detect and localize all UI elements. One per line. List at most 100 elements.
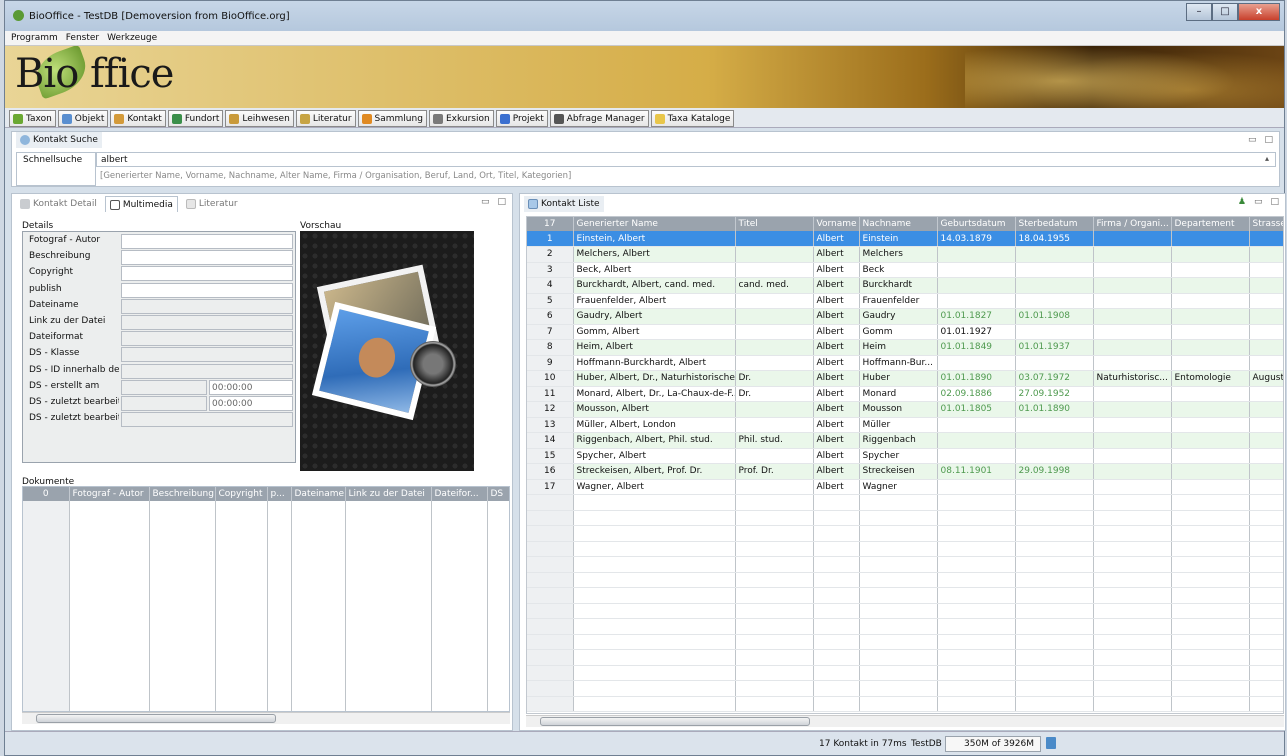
table-row[interactable]: 6 Gaudry, Albert Albert Gaudry 01.01.1827 01.… — [527, 308, 1283, 325]
table-row[interactable]: 15 Spycher, Albert Albert Spycher — [527, 448, 1283, 464]
date-picker[interactable] — [121, 396, 207, 411]
time-spinner[interactable]: 00:00:00 — [209, 396, 293, 411]
field-input[interactable] — [121, 234, 293, 249]
column-header[interactable]: DS — [487, 487, 509, 501]
toolbar-leihwesen-button[interactable]: Leihwesen — [225, 110, 294, 127]
table-cell: Beck, Albert — [573, 262, 736, 278]
menu-fenster[interactable]: Fenster — [66, 31, 99, 45]
dropdown-arrow-icon[interactable]: ▴ — [1265, 154, 1269, 163]
search-input[interactable]: albert — [96, 152, 1276, 167]
table-row[interactable]: 10 Huber, Albert, Dr., Naturhistorische..… — [527, 370, 1283, 387]
table-row[interactable]: 9 Hoffmann-Burckhardt, Albert Albert Hoffma… — [527, 355, 1283, 371]
table-cell: Albert — [813, 432, 860, 449]
table-cell — [937, 293, 1016, 309]
column-header[interactable]: Generierter Name — [573, 217, 736, 231]
column-header[interactable]: Copyright — [215, 487, 268, 501]
column-header[interactable]: Strasse — [1249, 217, 1283, 231]
field-input[interactable] — [121, 250, 293, 266]
column-header[interactable]: Sterbedatum — [1015, 217, 1094, 231]
table-row[interactable]: 13 Müller, Albert, London Albert Müller — [527, 417, 1283, 433]
add-contact-icon[interactable]: ♟ — [1238, 197, 1246, 207]
table-cell: Albert — [813, 448, 860, 464]
table-row[interactable]: 1 Einstein, Albert Albert Einstein 14.03.187… — [527, 231, 1283, 247]
scrollbar-thumb[interactable] — [540, 717, 810, 726]
table-cell: Wagner — [859, 479, 938, 495]
maximize-button[interactable]: □ — [1212, 3, 1238, 21]
menu-programm[interactable]: Programm — [11, 31, 58, 45]
maximize-panel-icon[interactable]: □ — [497, 197, 506, 207]
date-picker[interactable] — [121, 379, 207, 395]
toolbar-objekt-button[interactable]: Objekt — [57, 110, 109, 127]
table-row[interactable]: 8 Heim, Albert Albert Heim 01.01.1849 01.01.1… — [527, 339, 1283, 356]
table-row[interactable]: 3 Beck, Albert Albert Beck — [527, 262, 1283, 278]
column-header[interactable]: Dateifor... — [431, 487, 488, 501]
table-cell: Spycher, Albert — [573, 448, 736, 464]
tab-multimedia[interactable]: Multimedia — [104, 196, 178, 212]
column-header[interactable]: Link zu der Datei — [345, 487, 432, 501]
minimize-button[interactable]: – — [1186, 3, 1212, 21]
maximize-panel-icon[interactable]: □ — [1270, 197, 1279, 207]
tab-literatur[interactable]: Literatur — [182, 196, 242, 212]
toolbar-sammlung-button[interactable]: Sammlung — [357, 110, 427, 127]
table-cell — [1171, 417, 1250, 433]
field-input[interactable] — [121, 363, 293, 379]
horizontal-scrollbar[interactable] — [22, 712, 510, 724]
column-header[interactable]: Fotograf - Autor — [69, 487, 150, 501]
table-row[interactable]: 14 Riggenbach, Albert, Phil. stud. Phil. s… — [527, 432, 1283, 449]
table-row[interactable]: 11 Monard, Albert, Dr., La-Chaux-de-F... D… — [527, 386, 1283, 402]
horizontal-scrollbar[interactable] — [526, 715, 1284, 727]
minimize-panel-icon[interactable]: ▭ — [1248, 135, 1257, 145]
tab-kontakt-detail[interactable]: Kontakt Detail — [16, 196, 101, 212]
table-row[interactable]: 12 Mousson, Albert Albert Mousson 01.01.1805… — [527, 401, 1283, 418]
table-row[interactable]: 7 Gomm, Albert Albert Gomm 01.01.1927 — [527, 324, 1283, 340]
menu-werkzeuge[interactable]: Werkzeuge — [107, 31, 157, 45]
column-header[interactable]: Firma / Organi... — [1093, 217, 1172, 231]
time-spinner[interactable]: 00:00:00 — [209, 379, 293, 395]
field-input[interactable] — [121, 298, 293, 314]
table-cell — [1171, 277, 1250, 294]
toolbar-kontakt-button[interactable]: Kontakt — [110, 110, 166, 127]
table-cell: Albert — [813, 246, 860, 263]
field-input[interactable] — [121, 331, 293, 347]
minimize-panel-icon[interactable]: ▭ — [481, 197, 490, 207]
column-header[interactable]: Departement — [1171, 217, 1250, 231]
toolbar-literatur-button[interactable]: Literatur — [295, 110, 356, 127]
table-cell: 27.09.1952 — [1015, 386, 1094, 402]
column-header[interactable]: Vorname — [813, 217, 860, 231]
table-row[interactable]: 4 Burckhardt, Albert, cand. med. cand. med… — [527, 277, 1283, 294]
field-input[interactable] — [121, 282, 293, 298]
field-input[interactable] — [121, 412, 293, 428]
field-input[interactable] — [121, 347, 293, 363]
column-header[interactable]: p... — [267, 487, 292, 501]
table-row[interactable]: 17 Wagner, Albert Albert Wagner — [527, 479, 1283, 495]
table-row[interactable]: 16 Streckeisen, Albert, Prof. Dr. Prof. Dr… — [527, 463, 1283, 480]
table-row[interactable]: 5 Frauenfelder, Albert Albert Frauenfelder — [527, 293, 1283, 309]
toolbar-abfrage-manager-button[interactable]: Abfrage Manager — [549, 110, 649, 127]
column-header[interactable]: Beschreibung — [149, 487, 216, 501]
table-cell: Huber, Albert, Dr., Naturhistorische... — [573, 370, 736, 387]
table-cell — [1093, 308, 1172, 325]
toolbar-exkursion-button[interactable]: Exkursion — [428, 110, 494, 127]
table-cell: Gaudry, Albert — [573, 308, 736, 325]
table-cell: Einstein — [859, 231, 938, 247]
maximize-panel-icon[interactable]: □ — [1264, 135, 1273, 145]
empty-row — [527, 525, 1283, 542]
column-header[interactable]: Dateiname — [291, 487, 346, 501]
field-input[interactable] — [121, 315, 293, 330]
toolbar-taxa-kataloge-button[interactable]: Taxa Kataloge — [650, 110, 735, 127]
toolbar-taxon-button[interactable]: Taxon — [9, 110, 56, 127]
column-header[interactable]: Titel — [735, 217, 814, 231]
field-input[interactable] — [121, 266, 293, 282]
column-header[interactable]: Nachname — [859, 217, 938, 231]
minimize-panel-icon[interactable]: ▭ — [1254, 197, 1263, 207]
toolbar-projekt-button[interactable]: Projekt — [495, 110, 548, 127]
table-row[interactable]: 2 Melchers, Albert Albert Melchers — [527, 246, 1283, 263]
trash-icon[interactable] — [1046, 737, 1056, 749]
scrollbar-thumb[interactable] — [36, 714, 276, 723]
close-button[interactable]: x — [1238, 3, 1280, 21]
status-result: 17 Kontakt in 77ms — [819, 739, 907, 749]
status-bar: 17 Kontakt in 77ms TestDB 350M of 3926M — [5, 731, 1284, 755]
column-header[interactable]: Geburtsdatum — [937, 217, 1016, 231]
field-row: Dateiformat — [23, 331, 295, 347]
toolbar-fundort-button[interactable]: Fundort — [167, 110, 224, 127]
